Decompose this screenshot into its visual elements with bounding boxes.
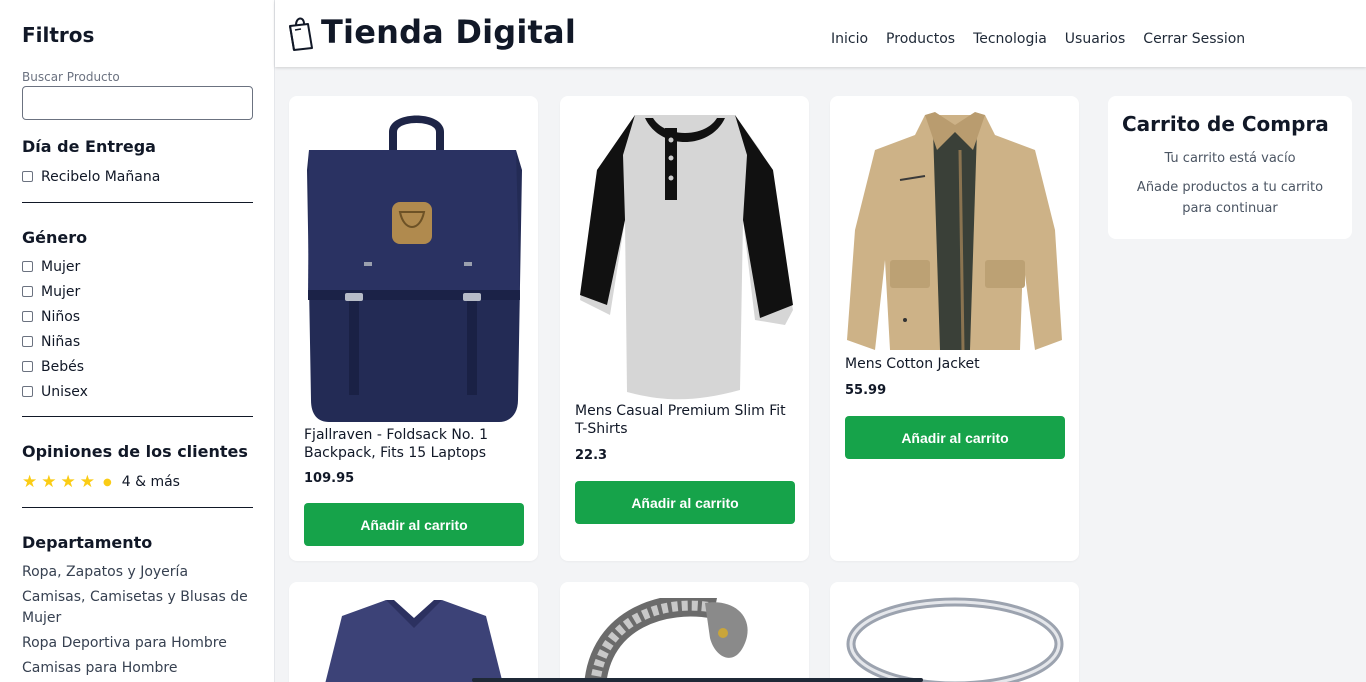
add-to-cart-button[interactable]: Añadir al carrito	[845, 416, 1065, 459]
filters-title: Filtros	[22, 23, 95, 47]
department-link[interactable]: Camisas para Hombre	[22, 658, 252, 679]
shopping-bag-icon	[289, 17, 313, 51]
checkbox-label: Mujer	[41, 283, 81, 300]
star-icon: ★	[41, 471, 57, 492]
product-card	[830, 582, 1079, 682]
product-name[interactable]: Fjallraven - Foldsack No. 1 Backpack, Fi…	[304, 426, 526, 462]
search-product-input[interactable]	[22, 86, 253, 120]
shopping-cart-panel: Carrito de Compra Tu carrito está vacío …	[1108, 96, 1352, 239]
search-label: Buscar Producto	[22, 70, 120, 84]
gender-option[interactable]: Mujer	[22, 279, 253, 304]
checkbox[interactable]	[22, 171, 33, 182]
sweater-image[interactable]	[304, 598, 523, 682]
checkbox-label: Recibelo Mañana	[41, 168, 161, 185]
delivery-tomorrow-checkbox[interactable]: Recibelo Mañana	[22, 164, 253, 189]
product-card: Fjallraven - Foldsack No. 1 Backpack, Fi…	[289, 96, 538, 561]
star-icon: ★	[22, 471, 38, 492]
bracelet-image[interactable]	[575, 594, 794, 682]
cart-empty-message: Tu carrito está vacío	[1164, 151, 1296, 166]
product-name[interactable]: Mens Casual Premium Slim Fit T-Shirts	[575, 402, 797, 438]
product-card	[289, 582, 538, 682]
ring-image[interactable]	[845, 596, 1064, 682]
product-price: 55.99	[845, 383, 887, 398]
delivery-section: Día de Entrega Recibelo Mañana	[22, 120, 253, 203]
product-name[interactable]: Mens Cotton Jacket	[845, 355, 1067, 373]
jacket-image[interactable]	[845, 110, 1064, 353]
product-card	[560, 582, 809, 682]
reviews-section: Opiniones de los clientes ★ ★ ★ ★ ● 4 & …	[22, 417, 253, 508]
filters-sidebar: Filtros Buscar Producto Día de Entrega R…	[0, 0, 275, 682]
gender-heading: Género	[22, 228, 88, 247]
department-link[interactable]: Ropa, Zapatos y Joyería	[22, 562, 252, 583]
brand[interactable]: Tienda Digital	[287, 12, 576, 52]
gender-option[interactable]: Niños	[22, 304, 253, 329]
checkbox[interactable]	[22, 286, 33, 297]
star-icon: ★	[79, 471, 95, 492]
gender-option[interactable]: Unisex	[22, 379, 253, 404]
rating-filter[interactable]: ★ ★ ★ ★ ● 4 & más	[22, 471, 253, 493]
star-empty-icon: ●	[103, 476, 112, 488]
nav-inicio[interactable]: Inicio	[831, 29, 868, 49]
department-link[interactable]: Camisas, Camisetas y Blusas de Mujer	[22, 587, 252, 629]
add-to-cart-button[interactable]: Añadir al carrito	[575, 481, 795, 524]
checkbox[interactable]	[22, 336, 33, 347]
top-header: Tienda Digital Inicio Productos Tecnolog…	[275, 0, 1366, 67]
checkbox[interactable]	[22, 386, 33, 397]
checkbox-label: Bebés	[41, 358, 85, 375]
gender-section: Género Mujer Mujer Niños Niñas Bebés Uni…	[22, 203, 253, 417]
nav-tecnologia[interactable]: Tecnologia	[973, 29, 1047, 49]
checkbox[interactable]	[22, 261, 33, 272]
add-to-cart-button[interactable]: Añadir al carrito	[304, 503, 524, 546]
delivery-heading: Día de Entrega	[22, 137, 156, 156]
department-section: Departamento Ropa, Zapatos y Joyería Cam…	[22, 508, 252, 679]
nav-cerrar-session[interactable]: Cerrar Session	[1143, 29, 1245, 49]
nav-productos[interactable]: Productos	[886, 29, 955, 49]
gender-option[interactable]: Mujer	[22, 254, 253, 279]
rating-label: 4 & más	[121, 474, 180, 490]
gender-option[interactable]: Bebés	[22, 354, 253, 379]
backpack-image[interactable]	[304, 110, 523, 423]
product-card: Mens Casual Premium Slim Fit T-Shirts 22…	[560, 96, 809, 561]
department-heading: Departamento	[22, 533, 153, 552]
gender-option[interactable]: Niñas	[22, 329, 253, 354]
brand-name: Tienda Digital	[321, 13, 576, 51]
checkbox-label: Niños	[41, 308, 81, 325]
star-icon: ★	[60, 471, 76, 492]
checkbox-label: Mujer	[41, 258, 81, 275]
main-nav: Inicio Productos Tecnologia Usuarios Cer…	[831, 29, 1263, 49]
tshirt-image[interactable]	[575, 110, 794, 400]
product-price: 109.95	[304, 471, 355, 486]
cart-hint: Añade productos a tu carrito para contin…	[1136, 180, 1324, 216]
cart-title: Carrito de Compra	[1122, 112, 1329, 136]
checkbox-label: Unisex	[41, 383, 88, 400]
product-card: Mens Cotton Jacket 55.99 Añadir al carri…	[830, 96, 1079, 561]
horizontal-scrollbar[interactable]	[472, 678, 923, 682]
reviews-heading: Opiniones de los clientes	[22, 442, 248, 461]
nav-usuarios[interactable]: Usuarios	[1065, 29, 1126, 49]
checkbox[interactable]	[22, 311, 33, 322]
checkbox-label: Niñas	[41, 333, 81, 350]
checkbox[interactable]	[22, 361, 33, 372]
department-link[interactable]: Ropa Deportiva para Hombre	[22, 633, 252, 654]
product-price: 22.3	[575, 448, 608, 463]
